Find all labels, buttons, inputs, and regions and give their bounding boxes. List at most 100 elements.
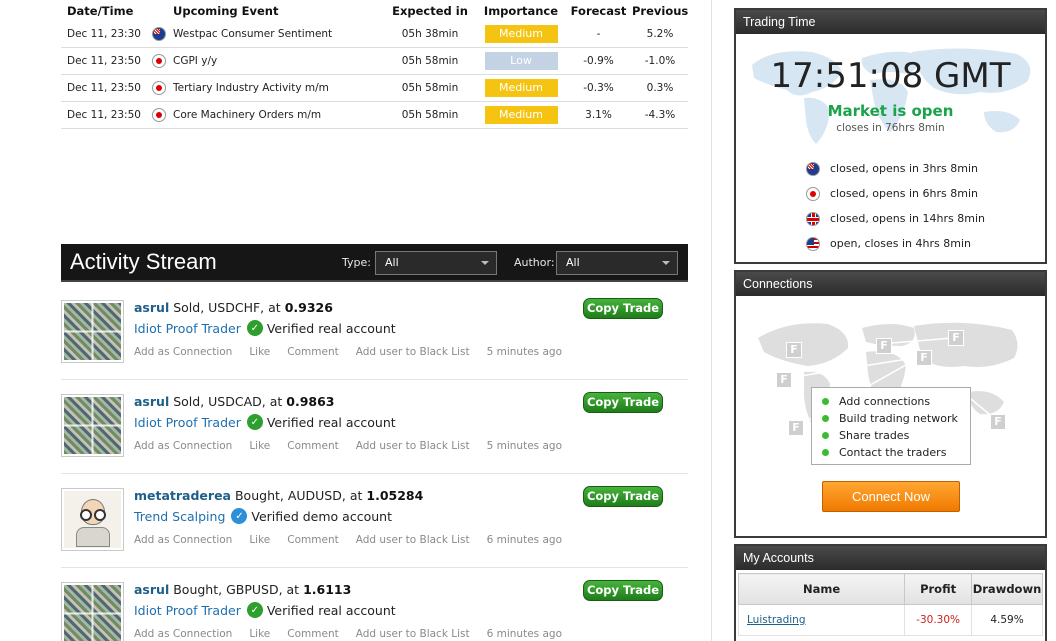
post-price: 1.6113 <box>303 582 352 597</box>
post-actions: Add as Connection Like Comment Add user … <box>134 346 579 358</box>
event-name[interactable]: Tertiary Industry Activity m/m <box>173 82 383 94</box>
header-expected[interactable]: Expected in <box>383 4 477 18</box>
activity-stream-header: Activity Stream Type: All Author: All <box>61 244 688 282</box>
calendar-row[interactable]: Dec 11, 23:50 CGPI y/y 05h 58min Low -0.… <box>61 48 688 75</box>
post-strategy-link[interactable]: Idiot Proof Trader <box>134 321 241 336</box>
comment-link[interactable]: Comment <box>287 440 338 452</box>
header-importance[interactable]: Importance <box>477 4 565 18</box>
add-connection-link[interactable]: Add as Connection <box>134 628 232 640</box>
feature-item: Build trading network <box>822 410 970 427</box>
flag-uk-icon <box>806 211 820 226</box>
header-date[interactable]: Date/Time <box>61 4 145 18</box>
avatar[interactable] <box>61 300 124 363</box>
verified-label: Verified real account <box>266 602 396 618</box>
calendar-row[interactable]: Dec 11, 23:30 Westpac Consumer Sentiment… <box>61 21 688 48</box>
post-action: Sold, USDCHF, at <box>173 300 281 315</box>
flag-us-icon <box>806 236 820 251</box>
chevron-down-icon <box>662 261 670 265</box>
avatar[interactable] <box>61 394 124 457</box>
post-action: Sold, USDCAD, at <box>173 394 283 409</box>
post-price: 0.9326 <box>284 300 333 315</box>
post-username[interactable]: asrul <box>134 394 169 409</box>
event-forecast: - <box>596 28 601 40</box>
avatar[interactable] <box>61 582 124 641</box>
event-forecast: -0.3% <box>583 82 614 94</box>
post-actions: Add as Connection Like Comment Add user … <box>134 628 579 640</box>
copy-trade-button[interactable]: Copy Trade <box>583 392 663 413</box>
importance-badge: Medium <box>484 79 558 97</box>
avatar[interactable] <box>61 488 124 551</box>
post-action: Bought, AUDUSD, at <box>234 488 363 503</box>
blacklist-link[interactable]: Add user to Black List <box>356 628 470 640</box>
add-connection-link[interactable]: Add as Connection <box>134 346 232 358</box>
event-expected: 05h 58min <box>401 55 459 67</box>
column-divider <box>711 0 712 641</box>
post-username[interactable]: asrul <box>134 582 169 597</box>
event-name[interactable]: CGPI y/y <box>173 55 383 67</box>
header-forecast[interactable]: Forecast <box>565 4 632 18</box>
comment-link[interactable]: Comment <box>287 534 338 546</box>
author-filter-value: All <box>566 256 580 269</box>
post-meta: Trend Scalping ✓ Verified demo account <box>134 508 392 524</box>
verified-label: Verified real account <box>266 414 396 430</box>
type-filter-select[interactable]: All <box>375 251 497 275</box>
calendar-row[interactable]: Dec 11, 23:50 Core Machinery Orders m/m … <box>61 102 688 129</box>
copy-trade-button[interactable]: Copy Trade <box>583 298 663 319</box>
post-actions: Add as Connection Like Comment Add user … <box>134 440 579 452</box>
calendar-row[interactable]: Dec 11, 23:50 Tertiary Industry Activity… <box>61 75 688 102</box>
post-username[interactable]: asrul <box>134 300 169 315</box>
like-link[interactable]: Like <box>249 346 270 358</box>
friend-badge-icon: F <box>990 414 1006 430</box>
event-name[interactable]: Core Machinery Orders m/m <box>173 109 383 121</box>
like-link[interactable]: Like <box>249 534 270 546</box>
market-session-us: open, closes in 4hrs 8min <box>806 231 985 256</box>
post-price: 0.9863 <box>286 394 335 409</box>
header-drawdown[interactable]: Drawdown <box>971 573 1043 605</box>
event-name[interactable]: Westpac Consumer Sentiment <box>173 28 383 40</box>
blacklist-link[interactable]: Add user to Black List <box>356 440 470 452</box>
connections-title: Connections <box>736 272 1045 296</box>
post-meta: Idiot Proof Trader ✓ Verified real accou… <box>134 414 396 430</box>
account-name-link[interactable]: Luistrading <box>737 604 906 636</box>
comment-link[interactable]: Comment <box>287 628 338 640</box>
event-date: Dec 11, 23:50 <box>67 109 141 121</box>
connect-now-button[interactable]: Connect Now <box>822 481 960 512</box>
verified-label: Verified demo account <box>251 508 392 524</box>
blacklist-link[interactable]: Add user to Black List <box>356 534 470 546</box>
header-event[interactable]: Upcoming Event <box>173 4 383 18</box>
post-strategy-link[interactable]: Idiot Proof Trader <box>134 415 241 430</box>
add-connection-link[interactable]: Add as Connection <box>134 534 232 546</box>
post-strategy-link[interactable]: Idiot Proof Trader <box>134 603 241 618</box>
header-profit[interactable]: Profit <box>904 573 972 605</box>
copy-trade-button[interactable]: Copy Trade <box>583 580 663 601</box>
header-name[interactable]: Name <box>737 573 906 605</box>
post-action: Bought, GBPUSD, at <box>173 582 300 597</box>
author-filter-select[interactable]: All <box>556 251 678 275</box>
avatar-image <box>64 397 121 454</box>
type-filter-value: All <box>385 256 399 269</box>
avatar-image <box>64 585 121 641</box>
header-previous[interactable]: Previous <box>632 4 688 18</box>
session-status: closed, opens in 14hrs 8min <box>830 212 985 225</box>
account-drawdown: 4.59% <box>971 604 1043 636</box>
like-link[interactable]: Like <box>249 628 270 640</box>
blacklist-link[interactable]: Add user to Black List <box>356 346 470 358</box>
like-link[interactable]: Like <box>249 440 270 452</box>
bullet-icon <box>822 449 829 456</box>
event-previous: -4.3% <box>644 109 676 121</box>
copy-trade-button[interactable]: Copy Trade <box>583 486 663 507</box>
event-date: Dec 11, 23:30 <box>67 28 141 40</box>
comment-link[interactable]: Comment <box>287 346 338 358</box>
flag-jp-icon <box>152 81 166 95</box>
connections-panel: Connections F F F F F F F Add connection… <box>734 270 1047 538</box>
importance-badge: Medium <box>484 25 558 43</box>
my-accounts-title: My Accounts <box>736 546 1045 570</box>
post-strategy-link[interactable]: Trend Scalping <box>134 509 225 524</box>
add-connection-link[interactable]: Add as Connection <box>134 440 232 452</box>
post-time: 5 minutes ago <box>486 440 562 452</box>
event-previous: 5.2% <box>646 28 674 40</box>
post-username[interactable]: metatraderea <box>134 488 231 503</box>
verified-label: Verified real account <box>266 320 396 336</box>
avatar-image <box>64 303 121 360</box>
market-close-countdown: closes in 76hrs 8min <box>836 122 945 134</box>
